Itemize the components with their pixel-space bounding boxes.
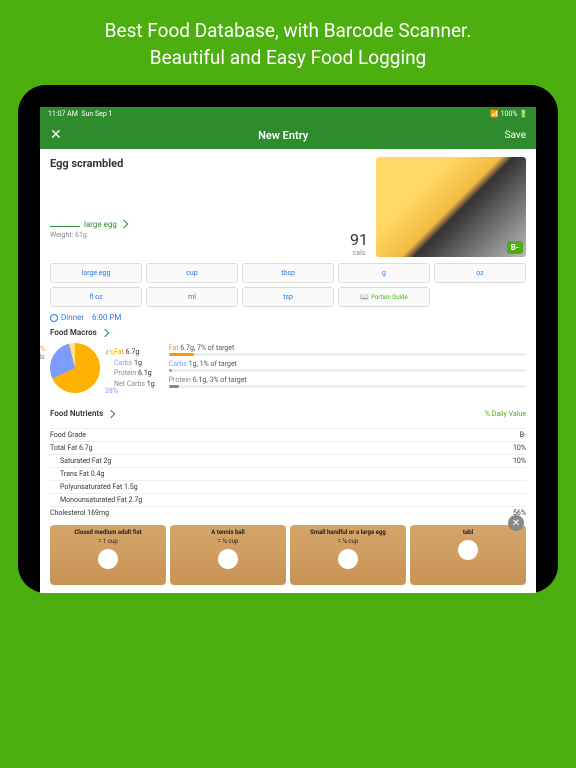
target-row: Carbs 1g, 1% of target <box>169 360 526 372</box>
clock-icon <box>50 314 58 322</box>
food-image: B- <box>376 157 526 257</box>
book-icon: 📖 <box>360 293 369 301</box>
unit-button[interactable]: ml <box>146 287 238 307</box>
tablet-frame: 11:07 AM Sun Sep 1 📶 100% 🔋 ✕ New Entry … <box>18 85 558 593</box>
portion-card[interactable]: tabl <box>410 525 526 585</box>
status-bar: 11:07 AM Sun Sep 1 📶 100% 🔋 <box>40 107 536 121</box>
macro-item: Fat 6.7g <box>114 347 155 358</box>
target-row: Fat 6.7g, 7% of target <box>169 344 526 356</box>
unit-button[interactable]: oz <box>434 263 526 283</box>
nutrient-row: Polyunsaturated Fat 1.5g <box>50 480 526 493</box>
macro-list: Fat 6.7gCarbs 1gProtein 6.1gNet Carbs 1g <box>114 347 155 389</box>
page-title: New Entry <box>258 129 308 142</box>
macro-item: Carbs 1g <box>114 358 155 369</box>
screen: 11:07 AM Sun Sep 1 📶 100% 🔋 ✕ New Entry … <box>40 107 536 593</box>
weight-label: Weight: 61g <box>50 231 342 239</box>
unit-button[interactable]: fl oz <box>50 287 142 307</box>
promo-text: Best Food Database, with Barcode Scanner… <box>85 0 492 85</box>
portion-card[interactable]: Small handful or a large egg= ¼ cup <box>290 525 406 585</box>
macro-item: Protein 6.1g <box>114 368 155 379</box>
portion-card[interactable]: A tennis ball= ½ cup <box>170 525 286 585</box>
food-header: Egg scrambled large egg Weight: 61g 91 c… <box>50 157 526 257</box>
nutrients-header: Food Nutrients % Daily Value <box>50 403 526 424</box>
unit-button[interactable]: tbsp <box>242 263 334 283</box>
target-list: Fat 6.7g, 7% of target Carbs 1g, 1% of ta… <box>169 344 526 392</box>
nutrient-row: Cholesterol 169mg56% <box>50 506 526 519</box>
units-grid: large eggcuptbspgoz fl ozmltsp📖 Portion G… <box>50 263 526 307</box>
nutrient-row: Food GradeB- <box>50 428 526 441</box>
close-button[interactable]: ✕ <box>50 127 62 143</box>
nutrients-title[interactable]: Food Nutrients <box>50 409 114 418</box>
unit-button[interactable]: large egg <box>50 263 142 283</box>
portion-card[interactable]: Closed medium adult fist= 1 cup <box>50 525 166 585</box>
macros-title[interactable]: Food Macros <box>50 328 526 337</box>
unit-button[interactable]: cup <box>146 263 238 283</box>
macro-item: Net Carbs 1g <box>114 379 155 390</box>
nutrient-row: Monounsaturated Fat 2.7g <box>50 493 526 506</box>
unit-button[interactable]: tsp <box>242 287 334 307</box>
calories: 91 cals <box>350 230 368 257</box>
macros-row: 68%cals 4% 28% Fat 6.7gCarbs 1gProtein 6… <box>50 343 526 393</box>
chevron-up-icon <box>107 409 115 417</box>
chevron-up-icon <box>120 220 128 228</box>
nutrient-table: Food GradeB-Total Fat 6.7g10%Saturated F… <box>50 428 526 519</box>
food-name: Egg scrambled <box>50 157 342 170</box>
nutrient-row: Total Fat 6.7g10% <box>50 441 526 454</box>
daily-value-label: % Daily Value <box>485 410 526 418</box>
meal-time-selector[interactable]: Dinner 6:00 PM <box>50 313 526 322</box>
save-button[interactable]: Save <box>505 130 526 141</box>
unit-button[interactable]: g <box>338 263 430 283</box>
target-row: Protein 6.1g, 3% of target <box>169 376 526 388</box>
portion-guide-cards[interactable]: ✕ Closed medium adult fist= 1 cupA tenni… <box>50 525 526 585</box>
portion-selector[interactable]: large egg <box>50 220 342 229</box>
portion-guide-button[interactable]: 📖 Portion Guide <box>338 287 430 307</box>
macros-pie-chart <box>50 343 100 393</box>
nutrient-row: Saturated Fat 2g10% <box>50 454 526 467</box>
content: Egg scrambled large egg Weight: 61g 91 c… <box>40 149 536 593</box>
grade-badge: B- <box>507 241 523 254</box>
chevron-up-icon <box>101 328 109 336</box>
nav-bar: ✕ New Entry Save <box>40 121 536 149</box>
nutrient-row: Trans Fat 0.4g <box>50 467 526 480</box>
